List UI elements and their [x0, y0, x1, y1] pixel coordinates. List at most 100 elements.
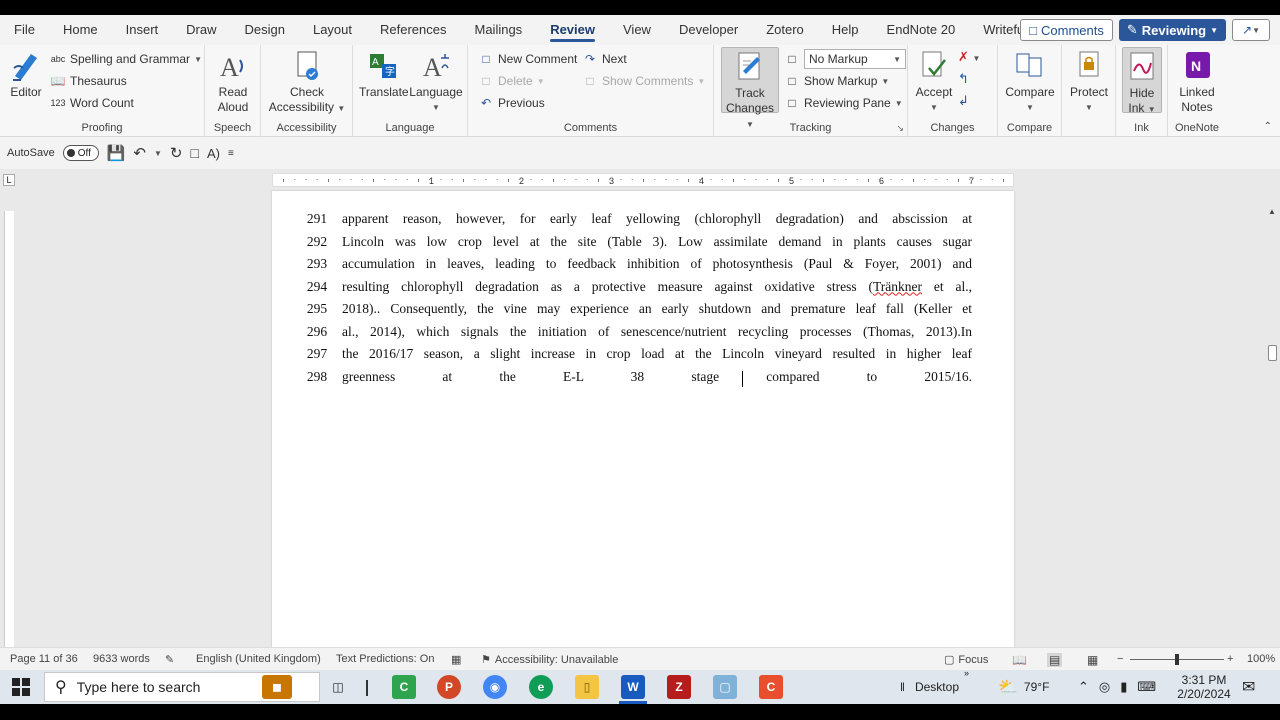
page-count[interactable]: Page 11 of 36	[10, 653, 78, 665]
spelling-grammar-button[interactable]: abc Spelling and Grammar ▼	[50, 49, 202, 69]
capture-app-icon[interactable]: C	[759, 675, 783, 699]
autosave-toggle[interactable]: Off	[62, 145, 99, 161]
tab-design[interactable]: Design	[231, 15, 299, 45]
weather-icon: ⛅	[998, 679, 1018, 696]
tab-help[interactable]: Help	[818, 15, 873, 45]
next-comment-button[interactable]: ↷ Next	[582, 49, 627, 69]
show-hidden-icons-icon[interactable]: ⌃	[1078, 679, 1089, 695]
show-markup-button[interactable]: □ Show Markup ▼	[784, 71, 889, 91]
tab-stop-selector[interactable]: L	[3, 174, 15, 186]
new-document-icon[interactable]: □	[190, 145, 198, 161]
tab-file[interactable]: File	[0, 15, 49, 45]
comments-button[interactable]: □ Comments	[1020, 19, 1113, 41]
notification-icon[interactable]: ✉	[1242, 670, 1255, 704]
read-mode-icon[interactable]: 📖	[1012, 653, 1027, 667]
task-view-icon[interactable]: ◫	[326, 675, 350, 699]
ruler-tick	[553, 179, 554, 182]
zoom-level[interactable]: 100%	[1247, 653, 1275, 665]
language-status[interactable]: English (United Kingdom)	[196, 653, 321, 665]
redo-icon[interactable]: ↻	[170, 144, 183, 162]
tab-layout[interactable]: Layout	[299, 15, 366, 45]
reject-icon[interactable]: ✗ ▼	[958, 49, 980, 65]
document-page[interactable]: 291 apparent reason, however, for early …	[272, 191, 1014, 651]
tab-draw[interactable]: Draw	[172, 15, 230, 45]
customize-qat-icon[interactable]: ≡	[228, 148, 234, 159]
undo-icon[interactable]: ↶	[133, 144, 146, 162]
thesaurus-button[interactable]: 📖 Thesaurus	[50, 71, 127, 91]
zoom-in-icon[interactable]: +	[1227, 653, 1233, 665]
read-aloud-icon[interactable]: A)	[207, 146, 220, 161]
vertical-ruler[interactable]	[0, 191, 18, 647]
spelling-flagged-word[interactable]: Tränkner	[873, 279, 922, 294]
reviewing-mode-button[interactable]: ✎ Reviewing ▼	[1118, 19, 1226, 41]
markup-select-box[interactable]: No Markup ▼	[804, 49, 906, 69]
track-changes-button[interactable]: Track Changes ▼	[721, 47, 779, 129]
tab-home[interactable]: Home	[49, 15, 112, 45]
collapse-ribbon-icon[interactable]: ⌃	[1264, 121, 1272, 132]
text-predictions-status[interactable]: Text Predictions: On	[336, 653, 434, 665]
linked-notes-button[interactable]: N Linked Notes	[1172, 49, 1222, 115]
protect-button[interactable]: Protect ▼	[1065, 49, 1113, 115]
desktop-toolbar[interactable]: ‖ Desktop »	[900, 668, 969, 704]
vertical-scrollbar[interactable]: ▲ ▼	[1264, 205, 1280, 661]
print-layout-icon[interactable]: ▤	[1047, 653, 1063, 667]
web-layout-icon[interactable]: ▦	[1087, 653, 1098, 667]
share-button[interactable]: ↗ ▼	[1232, 19, 1270, 41]
accept-button[interactable]: Accept ▼	[912, 49, 956, 115]
proofing-status-icon[interactable]: ✎	[165, 653, 174, 666]
compare-button[interactable]: Compare ▼	[1002, 49, 1058, 115]
language-button[interactable]: A Language ▼	[409, 49, 463, 115]
scroll-up-icon[interactable]: ▲	[1264, 205, 1280, 219]
new-comment-label[interactable]: New Comment	[498, 52, 577, 66]
tab-zotero[interactable]: Zotero	[752, 15, 818, 45]
tab-references[interactable]: References	[366, 15, 460, 45]
ruler-tick	[946, 179, 948, 180]
tab-developer[interactable]: Developer	[665, 15, 752, 45]
markup-select[interactable]: □ No Markup ▼	[784, 49, 906, 69]
zotero-icon[interactable]: Z	[667, 675, 691, 699]
chrome-icon[interactable]: ◉	[483, 675, 507, 699]
weather-widget[interactable]: ⛅ 79°F	[998, 670, 1049, 704]
tab-view[interactable]: View	[609, 15, 665, 45]
macro-icon[interactable]: ▦	[451, 653, 461, 666]
meet-now-icon[interactable]: ◎	[1099, 679, 1110, 695]
editor-button[interactable]: Editor	[6, 49, 46, 100]
read-aloud-button[interactable]: A Read Aloud	[213, 49, 253, 115]
powerpoint-icon[interactable]: P	[437, 675, 461, 699]
check-accessibility-button[interactable]: Check Accessibility ▼	[267, 49, 347, 116]
word-count[interactable]: 9633 words	[93, 653, 150, 665]
save-icon[interactable]: 💾	[107, 144, 126, 162]
accessibility-status[interactable]: ⚑ Accessibility: Unavailable	[481, 653, 618, 667]
camtasia-icon[interactable]: C	[392, 675, 416, 699]
edge-icon[interactable]: e	[529, 675, 553, 699]
dialog-launcher-icon[interactable]: ↘	[896, 123, 904, 134]
zoom-slider-thumb[interactable]	[1175, 654, 1179, 665]
word-icon[interactable]: W	[621, 675, 645, 699]
scrollbar-thumb[interactable]	[1268, 345, 1277, 361]
tab-insert[interactable]: Insert	[112, 15, 173, 45]
clock[interactable]: 3:31 PM 2/20/2024	[1176, 670, 1232, 704]
file-explorer-icon[interactable]: ▯	[575, 675, 599, 699]
tab-endnote[interactable]: EndNote 20	[873, 15, 970, 45]
search-highlight-icon[interactable]: ◼	[262, 675, 292, 699]
keyboard-icon[interactable]: ⌨	[1137, 679, 1156, 695]
chevron-down-icon[interactable]: ▼	[154, 149, 162, 158]
horizontal-ruler[interactable]: 1 2 3 4 5 6 7	[272, 173, 1014, 187]
document-line: 295 2018).. Consequently, the vine may e…	[292, 301, 972, 324]
next-change-icon[interactable]: ↲	[958, 93, 969, 109]
hide-ink-button[interactable]: Hide Ink ▼	[1122, 47, 1162, 115]
windows-start-icon[interactable]	[12, 678, 30, 696]
battery-icon[interactable]: ▮	[1120, 679, 1127, 695]
previous-comment-button[interactable]: ↶ Previous	[478, 93, 545, 113]
previous-change-icon[interactable]: ↰	[958, 71, 969, 87]
reviewing-pane-button[interactable]: □ Reviewing Pane ▼	[784, 93, 902, 113]
delete-comment-button: □ Delete ▼	[478, 71, 544, 91]
notes-icon[interactable]: ▢	[713, 675, 737, 699]
zoom-out-icon[interactable]: −	[1117, 653, 1123, 665]
focus-button[interactable]: ▢ Focus	[944, 653, 988, 667]
tab-review[interactable]: Review	[536, 15, 609, 45]
new-comment-button[interactable]: □ New Comment	[478, 49, 577, 69]
tab-mailings[interactable]: Mailings	[461, 15, 537, 45]
word-count-button[interactable]: 123 Word Count	[50, 93, 133, 113]
translate-button[interactable]: A字 Translate	[359, 49, 409, 100]
